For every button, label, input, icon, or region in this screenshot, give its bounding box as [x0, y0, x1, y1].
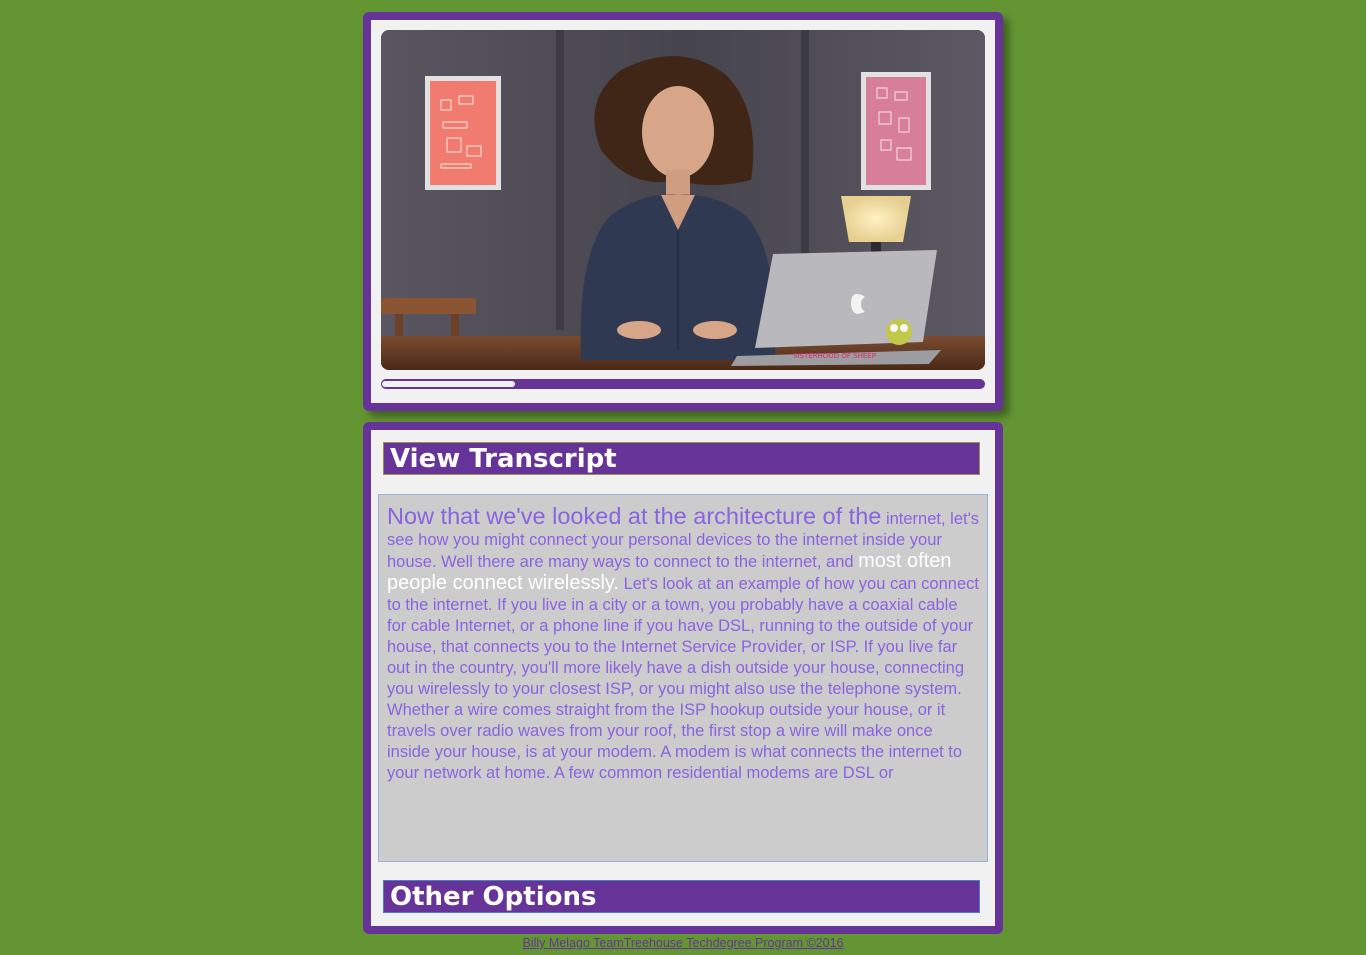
transcript-panel: View Transcript Now that we've looked at… — [363, 422, 1003, 934]
video-progress-bar[interactable] — [381, 379, 985, 389]
transcript-text-box: Now that we've looked at the architectur… — [378, 494, 988, 862]
laptop-sticker-text: SISTERHOOD OF SHEEP — [793, 352, 876, 360]
footer: Billy Melago TeamTreehouse Techdegree Pr… — [0, 936, 1366, 950]
footer-credit-link[interactable]: Billy Melago TeamTreehouse Techdegree Pr… — [523, 936, 844, 950]
transcript-text-after-highlight[interactable]: Let's look at an example of how you can … — [387, 575, 979, 782]
video-player: SISTERHOOD OF SHEEP — [363, 12, 1003, 411]
video-progress-fill — [382, 381, 515, 387]
view-transcript-header[interactable]: View Transcript — [383, 442, 980, 475]
video-frame-image: SISTERHOOD OF SHEEP — [381, 30, 985, 370]
other-options-header[interactable]: Other Options — [383, 880, 980, 913]
video-screen[interactable]: SISTERHOOD OF SHEEP — [381, 30, 985, 370]
transcript-line-lead[interactable]: Now that we've looked at the architectur… — [387, 503, 881, 529]
